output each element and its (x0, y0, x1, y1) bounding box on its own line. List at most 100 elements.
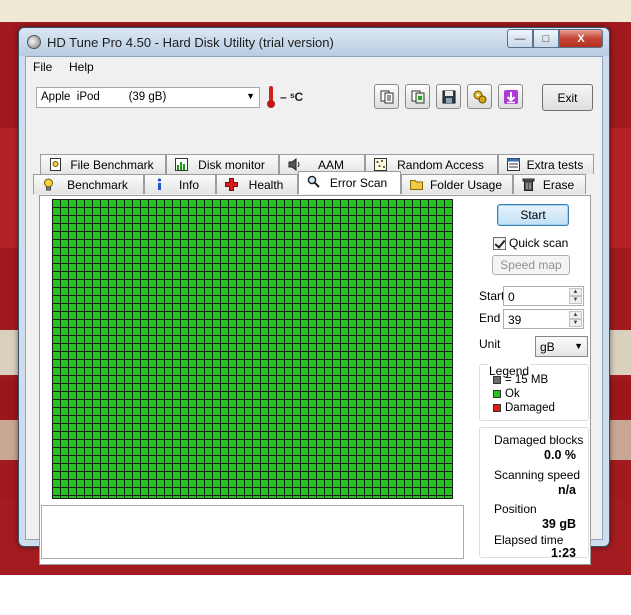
window-title: HD Tune Pro 4.50 - Hard Disk Utility (tr… (47, 35, 334, 50)
unit-value: gB (540, 340, 555, 354)
tab-label: Extra tests (526, 157, 584, 172)
chevron-down-icon[interactable]: ▼ (569, 296, 582, 304)
tab-label: Disk monitor (198, 157, 265, 172)
maximize-button[interactable]: □ (533, 29, 559, 48)
options-icon (473, 90, 486, 103)
tab-health[interactable]: Health (216, 174, 298, 194)
end-field-label: End (479, 311, 501, 325)
file-benchmark-icon (50, 158, 61, 171)
speaker-icon (288, 158, 300, 171)
spinner-arrows[interactable]: ▲ ▼ (569, 311, 582, 327)
save-button[interactable] (436, 84, 461, 109)
menu-file[interactable]: File (33, 60, 52, 74)
copy-screen-icon (411, 90, 424, 103)
tab-file-benchmark[interactable]: File Benchmark (40, 154, 166, 174)
app-icon (25, 33, 43, 51)
chevron-up-icon[interactable]: ▲ (569, 288, 582, 296)
close-button[interactable]: X (559, 29, 603, 48)
random-access-icon (374, 158, 387, 171)
elapsed-time-value: 1:23 (550, 546, 576, 560)
scanning-speed-label: Scanning speed (494, 468, 581, 482)
scan-stats: Damaged blocks 0.0 % Scanning speed n/a … (479, 427, 589, 560)
tab-label: AAM (317, 157, 344, 172)
exit-button[interactable]: Exit (542, 84, 593, 111)
title-bar[interactable]: HD Tune Pro 4.50 - Hard Disk Utility (tr… (19, 28, 609, 56)
screenshot-margin (0, 575, 631, 615)
client-area: File Help Apple iPod (39 gB) ▼ – ˢC Exit… (25, 56, 603, 565)
hd-tune-window: HD Tune Pro 4.50 - Hard Disk Utility (tr… (18, 27, 610, 565)
legend-label: Damaged (505, 402, 555, 414)
tab-label: Info (178, 177, 199, 192)
chevron-down-icon[interactable]: ▼ (569, 319, 582, 327)
temperature-readout: – ˢC (280, 90, 304, 104)
position-label: Position (494, 502, 537, 516)
caption-buttons: — □ X (507, 29, 603, 48)
download-arrow-icon (503, 89, 518, 104)
tab-erase[interactable]: Erase (513, 174, 586, 194)
start-spinner[interactable]: 0 ▲ ▼ (503, 286, 584, 306)
chevron-down-icon: ▼ (574, 341, 583, 351)
lightbulb-icon (44, 178, 53, 191)
tab-label: Erase (542, 177, 575, 192)
tab-label: Health (248, 177, 284, 192)
trash-icon (522, 178, 535, 191)
tab-error-scan[interactable]: Error Scan (298, 171, 401, 194)
legend-swatch-block (493, 376, 501, 384)
tab-label: Benchmark (67, 177, 128, 192)
start-value: 0 (508, 290, 515, 304)
tab-disk-monitor[interactable]: Disk monitor (166, 154, 279, 174)
speed-map-button[interactable]: Speed map (492, 255, 570, 275)
start-field-label: Start (479, 289, 505, 303)
tab-info[interactable]: Info (144, 174, 216, 194)
legend-item: Ok (493, 388, 520, 400)
quick-scan-option[interactable]: Quick scan (493, 236, 568, 250)
folder-icon (410, 180, 423, 190)
desktop-stripe (0, 0, 631, 22)
legend-label: = 15 MB (505, 374, 549, 386)
info-icon (157, 178, 162, 190)
chevron-up-icon[interactable]: ▲ (569, 311, 582, 319)
tab-label: Error Scan (329, 176, 388, 190)
unit-label: Unit (479, 337, 501, 351)
damaged-blocks-value: 0.0 % (544, 448, 576, 462)
save-icon (442, 90, 455, 103)
end-spinner[interactable]: 39 ▲ ▼ (503, 309, 584, 329)
drive-select-value: Apple iPod (39 gB) (41, 91, 167, 103)
spinner-arrows[interactable]: ▲ ▼ (569, 288, 582, 304)
tab-label: Folder Usage (429, 177, 503, 192)
minimize-button[interactable]: — (507, 29, 533, 48)
unit-select[interactable]: gB ▼ (535, 336, 588, 357)
quick-scan-label: Quick scan (509, 236, 569, 250)
start-button[interactable]: Start (497, 204, 569, 226)
scan-log-box[interactable] (41, 505, 464, 559)
legend-group: Legend = 15 MB Ok Damaged (479, 364, 589, 421)
legend-swatch-ok (493, 390, 501, 398)
tab-row-bottom: Benchmark Info Health Error Scan Folder … (33, 171, 586, 194)
tab-benchmark[interactable]: Benchmark (33, 174, 144, 194)
magnifier-icon (307, 175, 320, 188)
drive-select[interactable]: Apple iPod (39 gB) ▼ (36, 87, 260, 108)
download-button[interactable] (498, 84, 523, 109)
copy-text-icon (380, 90, 393, 103)
error-scan-panel: Start Quick scan Speed map Start 0 ▲ ▼ E… (39, 195, 591, 565)
menu-help[interactable]: Help (69, 60, 94, 74)
tab-folder-usage[interactable]: Folder Usage (401, 174, 513, 194)
tab-label: Random Access (397, 157, 484, 172)
legend-item: Damaged (493, 402, 555, 414)
disk-monitor-icon (175, 158, 188, 171)
menu-bar: File Help (26, 57, 602, 77)
damaged-blocks-label: Damaged blocks (494, 433, 584, 447)
legend-label: Ok (505, 388, 520, 400)
tab-extra-tests[interactable]: Extra tests (498, 154, 594, 174)
quick-scan-checkbox[interactable] (493, 236, 506, 250)
copy-text-button[interactable] (374, 84, 399, 109)
copy-screen-button[interactable] (405, 84, 430, 109)
toolbar: Apple iPod (39 gB) ▼ – ˢC Exit (26, 79, 602, 119)
end-value: 39 (508, 313, 522, 327)
options-button[interactable] (467, 84, 492, 109)
position-value: 39 gB (541, 517, 576, 531)
scan-controls: Start Quick scan Speed map Start 0 ▲ ▼ E… (479, 196, 591, 564)
tab-label: File Benchmark (70, 157, 154, 172)
extra-tests-icon (507, 158, 520, 171)
health-cross-icon (225, 178, 238, 191)
